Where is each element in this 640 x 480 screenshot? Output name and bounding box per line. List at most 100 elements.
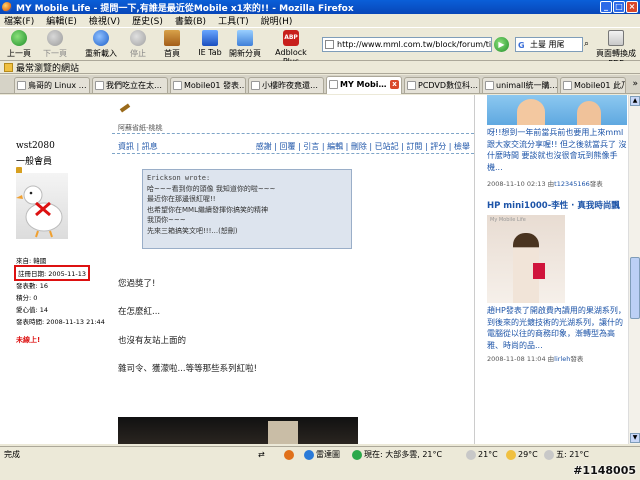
sidebar-photo-2[interactable]: My Mobile Life [487,215,565,303]
sidebar-photo-1[interactable] [487,95,627,125]
quote-line: 哈~~~看到你的頭像 我知道你的啦~~~ [147,184,276,193]
radar-icon [304,449,314,460]
tab-1[interactable]: 鳥哥的 Linux … [14,77,90,93]
tab-favicon [95,81,104,90]
home-button[interactable]: 首頁 [160,30,184,59]
menu-history[interactable]: 歷史(S) [132,14,163,27]
tab-3[interactable]: Mobile01 發表… [170,77,246,93]
status-arrows-icon[interactable]: ⇄ [258,447,265,462]
post-body-line: 也沒有友站上面的 [118,336,187,346]
vertical-scrollbar[interactable]: ▲ ▼ [628,95,640,444]
quote-line: 最近你在那邊很紅喔!! [147,195,216,203]
tab-list-arrow-icon[interactable]: » [632,79,638,89]
tab-label: 小樓昨夜竟還… [262,81,318,90]
page-icon [325,40,334,49]
user-points: 積分: 0 [16,294,38,302]
tab-label: Mobile01 此乃… [574,81,625,90]
bookmarks-bar: 最常瀏覽的網站 [0,61,640,74]
bookmark-star-icon [4,62,13,72]
pdf-icon [608,30,624,46]
minimize-button[interactable]: _ [600,1,612,13]
status-weather-now[interactable]: 現在: 大部多雲, 21°C [352,447,442,462]
reload-button[interactable]: 重新載入 [84,30,118,59]
post-body-line: 在怎麼紅... [118,307,161,317]
post-info-links[interactable]: 資訊 | 訊息 [118,141,158,152]
meta-date: 2008-11-08 11:04 由 [487,355,555,363]
google-icon: G [518,41,525,50]
menu-edit[interactable]: 編輯(E) [46,14,77,27]
sidebar-article-2-text[interactable]: 趙HP發表了開啟費內讀用的果湖系列，到後來的光鍍技術的光湖系列，讓什的電腦從以往… [487,305,627,351]
forward-label: 下一頁 [43,49,67,58]
photo-figure [517,99,545,125]
meta-suffix: 發表 [589,180,603,188]
tab-8[interactable]: Mobile01 此乃… [560,77,626,93]
username[interactable]: wst2080 [16,141,55,151]
navigation-toolbar: 上一頁 下一頁 重新載入 停止 首頁 IE Tab 開新分頁 ABP Adblo… [0,27,640,68]
menu-help[interactable]: 說明(H) [261,14,293,27]
stop-button[interactable]: 停止 [126,30,150,59]
meta-author-link[interactable]: lirleh [554,355,570,363]
sidebar-article-2-title[interactable]: HP mini1000-李性 · 真我時尚飄 [487,199,620,211]
page-content: wst2080 一般會員 來自: 韓國 註冊日期: 2005-11-13 發表數… [0,95,628,444]
back-label: 上一頁 [7,49,31,58]
tab-favicon [407,81,416,90]
url-bar[interactable]: http://www.mml.com.tw/block/forum/ti [322,37,492,52]
status-forecast-2[interactable]: 29°C [506,447,538,462]
tab-6[interactable]: PCDVD數位科… [404,77,480,93]
forward-button[interactable]: 下一頁 [40,30,70,59]
go-button[interactable]: ▶ [494,37,509,52]
menu-file[interactable]: 檔案(F) [4,14,34,27]
tab-5-active[interactable]: MY Mobi… x [326,76,402,94]
status-radar[interactable]: 雷達圖 [304,447,340,462]
close-tab-icon[interactable]: x [390,80,399,89]
tab-favicon [563,81,572,90]
search-input[interactable]: G 土曼 用尾 [515,37,583,52]
status-forecast-3[interactable]: 五: 21°C [544,447,589,462]
meta-date: 2008-11-10 02:13 由 [487,180,555,188]
menu-view[interactable]: 檢視(V) [89,14,120,27]
tab-label: Mobile01 發表… [184,81,246,90]
user-love-value: 愛心值: 14 [16,306,49,314]
forecast-1-label: 21°C [478,450,498,459]
tab-label: unimall統一購… [496,81,558,90]
scroll-up-icon[interactable]: ▲ [630,96,640,106]
image-watermark: #1148005 [573,464,636,477]
quote-line: 也希望你在MML繼續發揮你搞笑的精神 [147,205,268,214]
new-tab-icon [237,30,253,46]
tab-2[interactable]: 我們吃立在太… [92,77,168,93]
new-tab-label: 開新分頁 [229,49,261,58]
scroll-thumb[interactable] [630,257,640,319]
url-text: http://www.mml.com.tw/block/forum/ti [337,40,492,49]
close-button[interactable]: × [626,1,638,13]
divider [112,133,474,134]
menu-tools[interactable]: 工具(T) [218,14,249,27]
status-forecast-1[interactable]: 21°C [466,447,498,462]
tab-favicon [17,81,26,90]
back-button[interactable]: 上一頁 [4,30,34,59]
menu-bookmarks[interactable]: 書籤(B) [175,14,206,27]
post-action-links[interactable]: 感謝 | 回覆 | 引言 | 編輯 | 刪除 | 已站記 | 訂閱 | 評分 |… [256,141,470,152]
quote-line: 我頂你~~~ [147,216,186,224]
search-magnifier-icon[interactable]: ⌕ [584,39,589,49]
photo-gift-box [533,263,545,279]
sun-icon [506,449,516,460]
avatar[interactable] [16,173,68,239]
tab-favicon [173,81,182,90]
tab-label: MY Mobi… [340,80,387,89]
photo-sign [268,421,298,444]
user-post-time: 發表時間: 2008-11-13 21:44 [16,318,105,326]
meta-author-link[interactable]: t12345166 [554,180,590,188]
forecast-2-label: 29°C [518,450,538,459]
maximize-button[interactable]: □ [613,1,625,13]
sidebar-article-1-text[interactable]: 呀!!想到一年前當兵前也要用上來mml跟大家交流分享喔!! 但之後就當兵了 沒什… [487,127,627,173]
tab-7[interactable]: unimall統一購… [482,77,558,93]
tab-4[interactable]: 小樓昨夜竟還… [248,77,324,93]
forecast-3-label: 五: 21°C [556,450,590,459]
scroll-down-icon[interactable]: ▼ [630,433,640,443]
ietab-button[interactable]: IE Tab [196,30,224,57]
post-photo[interactable] [118,417,358,444]
bookmark-most-visited[interactable]: 最常瀏覽的網站 [16,61,79,74]
tab-label: 我們吃立在太… [106,81,162,90]
user-register-date: 註冊日期: 2005-11-13 [14,265,91,281]
new-tab-button[interactable]: 開新分頁 [228,30,262,59]
